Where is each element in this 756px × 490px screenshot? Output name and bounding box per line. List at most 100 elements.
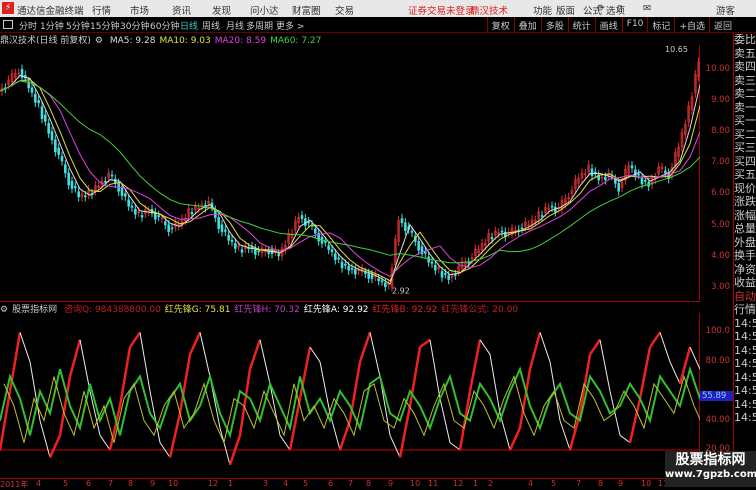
price-chart[interactable]: 10.65 2.92	[0, 45, 700, 300]
slow-line-segment	[8, 332, 22, 392]
quote-row: 买四	[734, 154, 756, 168]
menu-3[interactable]: 发现	[212, 3, 231, 17]
quote-row: 外盘	[734, 235, 756, 249]
quote-row: 卖三	[734, 73, 756, 87]
candle	[617, 183, 620, 192]
slow-line-segment	[539, 332, 551, 362]
watermark: 股票指标网 www.7gpzb.com	[665, 451, 756, 487]
candle	[344, 263, 347, 266]
period-tab-3[interactable]: 15分钟	[90, 19, 119, 32]
candle	[444, 273, 447, 275]
indicator-tick: 80.00	[705, 355, 730, 366]
chart-button-5[interactable]: F10	[621, 17, 648, 33]
period-tab-10[interactable]: 更多 >	[276, 19, 304, 32]
menu-4[interactable]: 问小达	[250, 3, 279, 17]
candle	[60, 156, 64, 162]
slow-line-segment	[669, 361, 681, 385]
login-status[interactable]: 证券交易未登录	[408, 3, 475, 17]
period-tab-5[interactable]: 60分钟	[150, 19, 179, 32]
slow-line-segment	[429, 339, 441, 399]
date-label: 2011年	[0, 480, 29, 489]
candle	[30, 87, 34, 93]
chart-button-2[interactable]: 多股	[540, 17, 568, 33]
candle	[367, 273, 370, 279]
candle	[640, 177, 644, 185]
quote-row: 卖二	[734, 87, 756, 100]
price-tick: 5.00	[711, 219, 730, 230]
quote-row: 卖一	[734, 100, 756, 114]
candle	[34, 93, 37, 103]
price-tick: 6.00	[711, 188, 730, 199]
candle	[377, 278, 380, 282]
price-tick: 3.00	[711, 281, 730, 292]
quote-row: 14:50	[734, 343, 756, 357]
candle	[424, 251, 427, 254]
indicator-header: ⚙ 股票指标网 咨询Q: 984388800.00 红先锋G: 75.81 红先锋H:…	[0, 301, 700, 315]
user-label[interactable]: 游客	[716, 3, 735, 17]
chart-button-3[interactable]: 统计	[567, 17, 595, 33]
candle	[594, 171, 597, 174]
quote-row: 总量	[734, 222, 756, 235]
candle	[104, 180, 107, 183]
candle	[217, 217, 220, 229]
stock-name-link[interactable]: 鼎汉技术	[470, 3, 508, 17]
period-tab-9[interactable]: 多周期	[246, 19, 273, 32]
chart-button-7[interactable]: +自选	[674, 17, 709, 33]
chart-button-4[interactable]: 画线	[594, 17, 622, 33]
period-tab-6[interactable]: 日线	[180, 19, 198, 32]
candle	[44, 114, 47, 122]
candle	[490, 236, 494, 240]
quote-row: 14:50	[734, 330, 756, 343]
candle	[124, 193, 127, 197]
slow-line-segment	[588, 339, 602, 356]
chart-button-0[interactable]: 复权	[486, 17, 514, 33]
indicator-chart[interactable]	[0, 313, 700, 478]
right-menu-3[interactable]: 选项	[606, 3, 625, 17]
quote-row: 买二	[734, 127, 756, 141]
candle	[300, 215, 304, 219]
candle	[170, 227, 174, 230]
candle	[84, 195, 87, 198]
menu-2[interactable]: 资讯	[172, 3, 191, 17]
chart-button-6[interactable]: 标记	[647, 17, 674, 33]
candle	[434, 264, 437, 271]
candle	[630, 165, 634, 169]
slow-line-segment	[419, 338, 431, 349]
candle	[347, 265, 350, 271]
message-icon[interactable]: ✉	[643, 3, 651, 14]
slow-line-segment	[449, 442, 461, 451]
menu-0[interactable]: 行情	[92, 3, 111, 17]
candle	[74, 186, 77, 189]
layout-toggle-icon[interactable]	[3, 20, 13, 29]
quote-row: 买三	[734, 141, 756, 154]
quote-row: 14:50	[734, 357, 756, 370]
slow-line-segment	[48, 434, 62, 458]
chart-button-1[interactable]: 叠加	[513, 17, 541, 33]
quote-row: 行情	[734, 303, 756, 316]
candle	[330, 249, 334, 253]
menu-5[interactable]: 财富圈	[292, 3, 321, 17]
candle	[77, 191, 80, 198]
slow-line-segment	[168, 412, 182, 458]
period-tab-7[interactable]: 周线	[202, 19, 220, 32]
right-menu-1[interactable]: 版面	[556, 3, 575, 17]
high-price-label: 10.65	[665, 45, 688, 54]
quote-row: 14:50	[734, 384, 756, 397]
period-tab-2[interactable]: 5分钟	[66, 19, 90, 32]
period-tab-1[interactable]: 1分钟	[40, 19, 64, 32]
candle	[644, 179, 647, 182]
right-menu-2[interactable]: 公式	[583, 3, 602, 17]
menu-6[interactable]: 交易	[335, 3, 354, 17]
indicator-tick: 100.0	[705, 326, 730, 337]
menu-1[interactable]: 市场	[130, 3, 149, 17]
period-tab-8[interactable]: 月线	[226, 19, 244, 32]
quote-row: 买五	[734, 168, 756, 181]
chart-button-8[interactable]: 返回	[708, 17, 736, 33]
candle	[234, 243, 237, 249]
slow-line-segment	[99, 435, 111, 451]
period-tab-4[interactable]: 30分钟	[120, 19, 149, 32]
candle	[404, 222, 407, 231]
right-menu-0[interactable]: 功能	[533, 3, 552, 17]
period-tab-0[interactable]: 分时	[19, 19, 37, 32]
slow-line-segment	[188, 331, 202, 355]
